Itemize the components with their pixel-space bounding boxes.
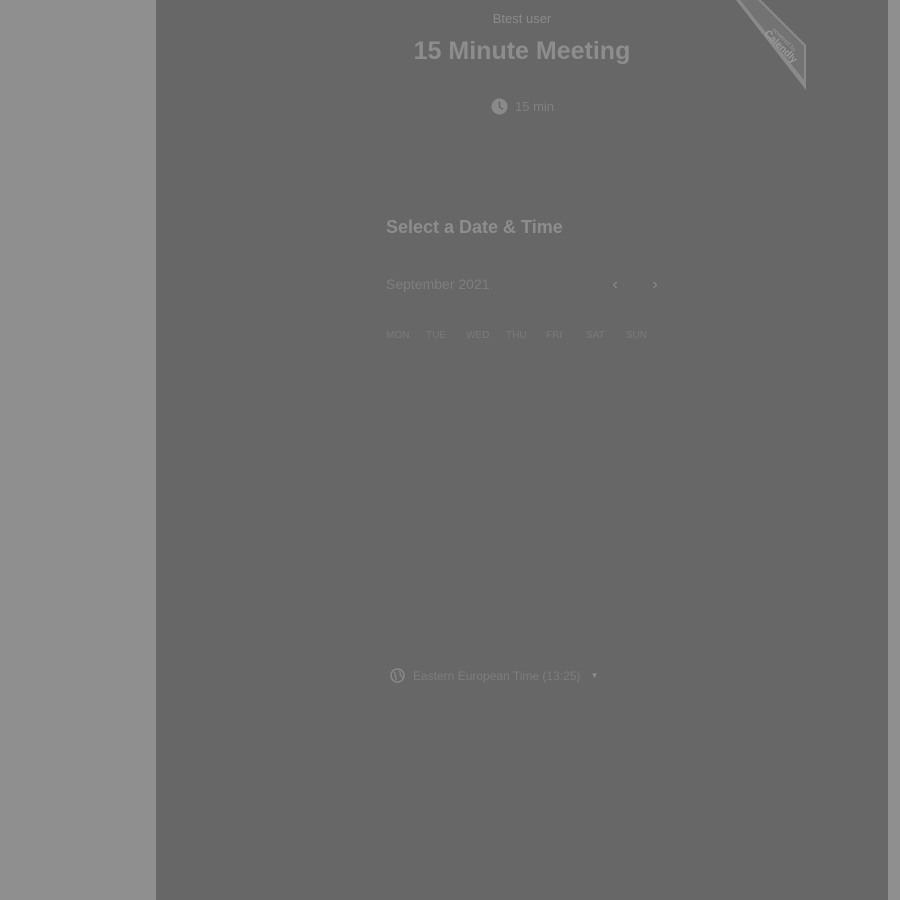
- booking-panel: powered by Calendly Btest user 15 Minute…: [156, 0, 888, 900]
- timezone-selector[interactable]: Eastern European Time (13:25) ▼: [390, 668, 598, 683]
- event-title: 15 Minute Meeting: [413, 37, 631, 65]
- next-month-button[interactable]: ›: [644, 274, 666, 296]
- weekday-header-row: MON TUE WED THU FRI SAT SUN: [386, 330, 666, 341]
- duration-label: 15 min: [515, 98, 555, 114]
- select-date-heading: Select a Date & Time: [386, 217, 563, 237]
- event-owner-name: Btest user: [492, 11, 552, 26]
- right-edge-overlay: [888, 0, 900, 900]
- weekday-fri: FRI: [546, 330, 563, 341]
- weekday-thu: THU: [506, 330, 527, 341]
- weekday-wed: WED: [466, 330, 490, 341]
- weekday-sun: SUN: [626, 330, 648, 341]
- weekday-mon: MON: [386, 330, 410, 341]
- weekday-tue: TUE: [426, 330, 446, 341]
- clock-icon: [491, 98, 508, 115]
- month-navigation: September 2021 ‹ ›: [386, 274, 666, 296]
- timezone-label: Eastern European Time (13:25): [413, 668, 581, 683]
- previous-month-button[interactable]: ‹: [604, 274, 626, 296]
- caret-down-icon: ▼: [590, 671, 599, 680]
- current-month-label: September 2021: [386, 276, 490, 292]
- globe-icon: [390, 668, 405, 683]
- event-duration: 15 min: [491, 96, 554, 116]
- weekday-sat: SAT: [586, 330, 605, 341]
